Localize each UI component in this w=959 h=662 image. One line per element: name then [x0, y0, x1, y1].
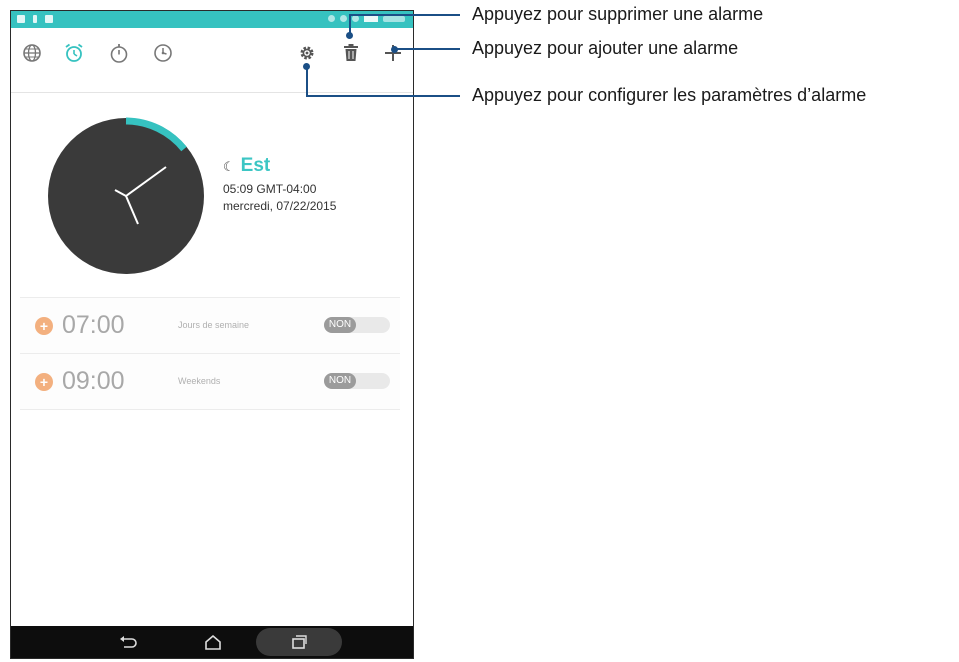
callout-line-settings — [306, 95, 460, 97]
bluetooth-icon — [328, 15, 335, 22]
alarm-indicator-icon: + — [35, 373, 53, 391]
notification-icon — [45, 15, 53, 23]
alarm-repeat-days: Weekends — [178, 376, 221, 386]
alarm-item[interactable]: + 09:00 Weekends NON — [20, 353, 400, 410]
alarm-toggle[interactable]: NON — [324, 373, 390, 389]
alarm-list: + 07:00 Jours de semaine NON + 09:00 Wee… — [20, 297, 400, 410]
clock-date: mercredi, 07/22/2015 — [223, 199, 337, 213]
world-clock-card[interactable]: ☾ Est 05:09 GMT-04:00 mercredi, 07/22/20… — [11, 77, 413, 297]
home-icon[interactable] — [201, 632, 225, 652]
alarm-toggle-label: NON — [324, 317, 356, 333]
recent-apps-icon[interactable] — [287, 632, 311, 652]
alarm-time: 09:00 — [62, 367, 125, 395]
status-time — [383, 15, 405, 22]
alarm-toggle[interactable]: NON — [324, 317, 390, 333]
callout-dot-add — [391, 46, 398, 53]
city-name: Est — [240, 155, 271, 176]
callout-add-label: Appuyez pour ajouter une alarme — [472, 38, 739, 58]
back-icon[interactable] — [116, 632, 140, 652]
callout-line-delete — [349, 14, 460, 16]
alarm-time: 07:00 — [62, 311, 125, 339]
world-clock-icon[interactable] — [21, 42, 43, 64]
wifi-icon — [352, 15, 359, 22]
callout-delete-label: Appuyez pour supprimer une alarme — [472, 4, 764, 24]
callout-dot-delete — [346, 32, 353, 39]
clock-time-zone: 05:09 GMT-04:00 — [223, 182, 317, 196]
moon-icon: ☾ — [223, 159, 235, 174]
alarm-status-icon — [340, 15, 347, 22]
city-info: ☾ Est 05:09 GMT-04:00 mercredi, 07/22/20… — [223, 155, 336, 215]
alarm-item[interactable]: + 07:00 Jours de semaine NON — [20, 297, 400, 353]
notification-icon — [17, 15, 25, 23]
callout-settings-label: Appuyez pour configurer les paramètres d… — [472, 85, 867, 105]
alarm-toggle-label: NON — [324, 373, 356, 389]
analog-clock — [48, 117, 204, 274]
notification-icon — [33, 15, 37, 23]
settings-icon[interactable] — [296, 42, 318, 64]
stopwatch-icon[interactable] — [108, 42, 130, 64]
callout-line-settings — [306, 66, 308, 97]
alarm-icon[interactable] — [63, 42, 85, 64]
callout-dot-settings — [303, 63, 310, 70]
timer-icon[interactable] — [152, 42, 174, 64]
alarm-indicator-icon: + — [35, 317, 53, 335]
delete-icon[interactable] — [340, 42, 362, 64]
callout-line-add — [393, 48, 460, 50]
navigation-bar — [11, 626, 413, 658]
alarm-repeat-days: Jours de semaine — [178, 320, 250, 330]
battery-icon — [364, 15, 378, 22]
tablet-screen: ☾ Est 05:09 GMT-04:00 mercredi, 07/22/20… — [10, 10, 414, 659]
